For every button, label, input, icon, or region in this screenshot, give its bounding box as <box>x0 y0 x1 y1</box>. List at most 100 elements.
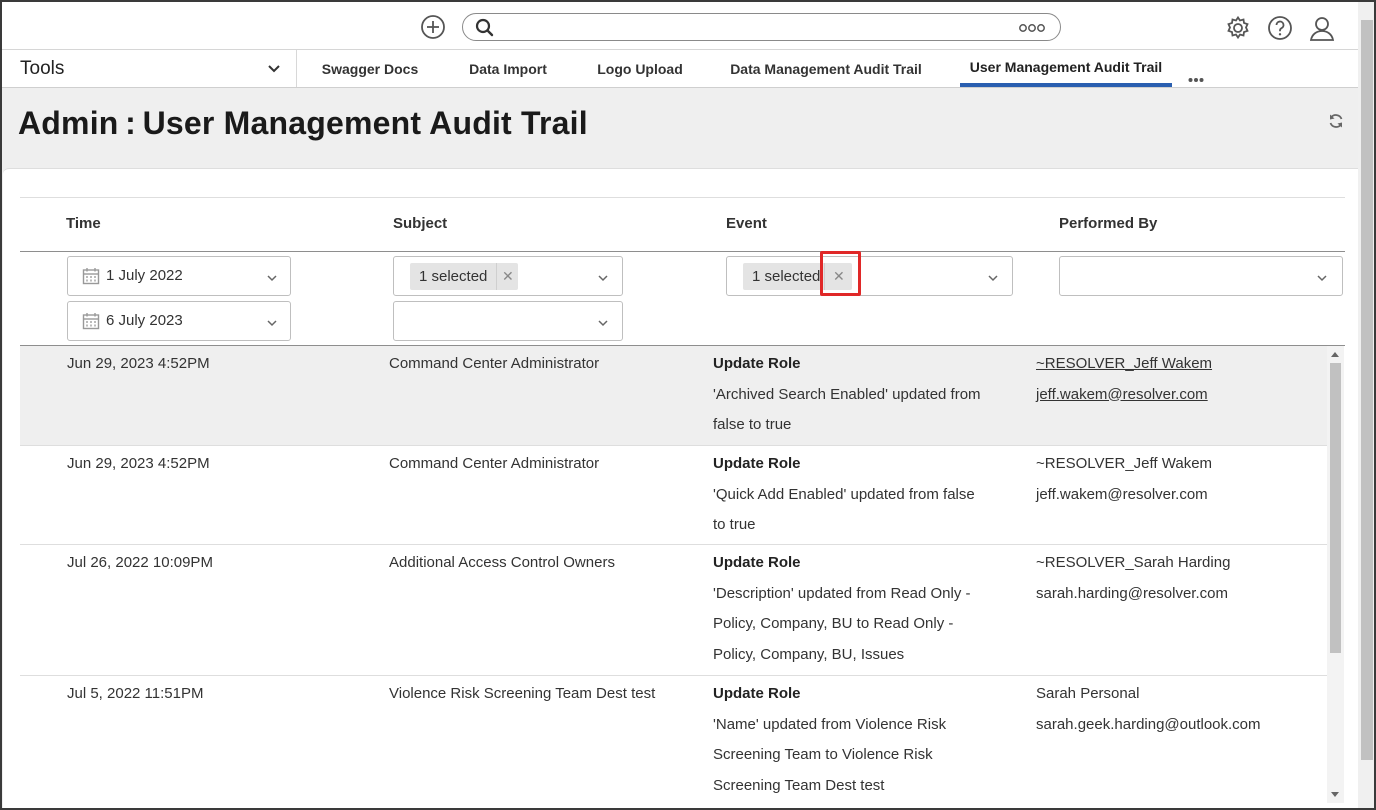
event-detail: to true <box>713 516 756 533</box>
subject-secondary-select[interactable] <box>393 301 623 341</box>
more-tabs-icon[interactable] <box>1188 70 1204 82</box>
user-name: ~RESOLVER_Jeff Wakem <box>1036 455 1213 472</box>
time-from-picker[interactable]: 1 July 2022 <box>67 256 291 296</box>
page-title: Admin : User Management Audit Trail <box>18 105 588 141</box>
row-performed-by: ~RESOLVER_Jeff Wakem jeff.wakem@resolver… <box>1036 349 1212 410</box>
tab-logo-upload[interactable]: Logo Upload <box>584 50 696 87</box>
event-detail: 'Archived Search Enabled' updated from <box>713 385 981 403</box>
event-filter-select[interactable]: 1 selected ✕ <box>726 256 1013 296</box>
table-row[interactable]: Jun 29, 2023 4:52PM Command Center Admin… <box>20 346 1327 446</box>
chevron-down-icon <box>266 61 282 77</box>
time-to-picker[interactable]: 6 July 2023 <box>67 301 291 341</box>
row-time: Jul 26, 2022 10:09PM <box>67 554 213 571</box>
event-detail: Policy, Company, BU to Read Only - <box>713 615 954 632</box>
table-scrollbar[interactable] <box>1327 346 1344 803</box>
chevron-down-icon <box>597 316 609 328</box>
event-detail: 'Description' updated from Read Only - <box>713 584 971 602</box>
chevron-down-icon <box>597 271 609 283</box>
row-performed-by: ~RESOLVER_Sarah Harding sarah.harding@re… <box>1036 548 1230 609</box>
row-performed-by: ~RESOLVER_Jeff Wakem jeff.wakem@resolver… <box>1036 449 1212 510</box>
event-detail: 'Name' updated from Violence Risk <box>713 715 947 733</box>
table-row[interactable]: Jul 5, 2022 11:51PM Violence Risk Screen… <box>20 676 1327 808</box>
user-email: sarah.geek.harding@outlook.com <box>1036 715 1261 733</box>
page-header: Admin : User Management Audit Trail <box>2 88 1358 168</box>
calendar-icon <box>82 267 100 285</box>
gear-icon[interactable] <box>1224 14 1252 42</box>
search-input[interactable] <box>503 17 1023 37</box>
close-icon[interactable]: ✕ <box>496 263 518 290</box>
event-detail: Screening Team to Violence Risk <box>713 746 933 763</box>
row-subject: Command Center Administrator <box>389 355 600 372</box>
app-window: Tools Swagger Docs Data Import Logo Uplo… <box>0 0 1376 810</box>
time-to-value: 6 July 2023 <box>106 312 183 329</box>
event-detail: Screening Team Dest test <box>713 776 885 794</box>
row-time: Jun 29, 2023 4:52PM <box>67 355 210 372</box>
row-event: Update Role 'Quick Add Enabled' updated … <box>713 449 1003 541</box>
event-title: Update Role <box>713 455 801 472</box>
chip-label: 1 selected <box>419 268 488 285</box>
help-icon[interactable] <box>1266 14 1294 42</box>
event-detail: Policy, Company, BU, Issues <box>713 645 905 663</box>
user-email: sarah.harding@resolver.com <box>1036 584 1228 602</box>
chevron-down-icon <box>1316 271 1328 283</box>
user-name: ~RESOLVER_Sarah Harding <box>1036 554 1231 571</box>
add-icon[interactable] <box>420 14 446 40</box>
row-time: Jun 29, 2023 4:52PM <box>67 455 210 472</box>
event-detail: false to true <box>713 416 792 433</box>
tab-data-import[interactable]: Data Import <box>456 50 560 87</box>
subject-filter-chip: 1 selected ✕ <box>410 263 519 290</box>
calendar-icon <box>82 312 100 330</box>
tools-label: Tools <box>20 58 65 79</box>
user-name: Sarah Personal <box>1036 685 1140 702</box>
divider <box>20 251 1345 252</box>
row-event: Update Role 'Archived Search Enabled' up… <box>713 349 1003 441</box>
chip-label: 1 selected <box>752 268 821 285</box>
row-performed-by: Sarah Personal sarah.geek.harding@outloo… <box>1036 679 1261 740</box>
page-scrollbar[interactable] <box>1358 2 1374 808</box>
scroll-thumb[interactable] <box>1361 20 1373 760</box>
column-header-subject[interactable]: Subject <box>393 215 447 232</box>
row-subject: Additional Access Control Owners <box>389 554 615 571</box>
user-icon[interactable] <box>1307 13 1337 43</box>
scroll-thumb[interactable] <box>1330 363 1341 653</box>
table-row[interactable]: Jul 26, 2022 10:09PM Additional Access C… <box>20 545 1327 676</box>
row-event: Update Role 'Description' updated from R… <box>713 548 1003 670</box>
tab-data-management-audit-trail[interactable]: Data Management Audit Trail <box>720 50 932 87</box>
highlight-box <box>820 251 861 296</box>
top-bar <box>2 2 1358 50</box>
tools-dropdown[interactable]: Tools <box>2 50 297 87</box>
column-header-event[interactable]: Event <box>726 215 767 232</box>
event-detail: 'Quick Add Enabled' updated from false <box>713 485 975 503</box>
chevron-down-icon <box>987 271 999 283</box>
search-icon <box>475 18 495 38</box>
audit-trail-panel: Time Subject Event Performed By 1 July 2… <box>2 168 1358 808</box>
scroll-down-icon[interactable] <box>1331 792 1339 797</box>
event-title: Update Role <box>713 355 801 372</box>
row-time: Jul 5, 2022 11:51PM <box>67 685 204 702</box>
column-header-time[interactable]: Time <box>66 215 101 232</box>
user-link[interactable]: ~RESOLVER_Jeff Wakem <box>1036 355 1212 372</box>
event-title: Update Role <box>713 554 801 571</box>
search-bar[interactable] <box>462 13 1061 41</box>
row-subject: Violence Risk Screening Team Dest test <box>389 685 656 702</box>
event-title: Update Role <box>713 685 801 702</box>
chevron-down-icon <box>266 271 278 283</box>
subject-filter-select[interactable]: 1 selected ✕ <box>393 256 623 296</box>
chevron-down-icon <box>266 316 278 328</box>
divider <box>20 197 1345 198</box>
nav-bar: Tools Swagger Docs Data Import Logo Uplo… <box>2 50 1358 88</box>
time-from-value: 1 July 2022 <box>106 267 183 284</box>
tab-swagger-docs[interactable]: Swagger Docs <box>307 50 433 87</box>
audit-table: Time Subject Event Performed By 1 July 2… <box>3 168 1358 808</box>
more-icon[interactable] <box>1018 21 1046 33</box>
refresh-icon[interactable] <box>1327 112 1345 130</box>
email-link[interactable]: jeff.wakem@resolver.com <box>1036 386 1208 403</box>
row-event: Update Role 'Name' updated from Violence… <box>713 679 1003 801</box>
tab-user-management-audit-trail[interactable]: User Management Audit Trail <box>960 50 1172 87</box>
table-row[interactable]: Jun 29, 2023 4:52PM Command Center Admin… <box>20 446 1327 545</box>
column-header-performed-by[interactable]: Performed By <box>1059 215 1157 232</box>
performed-by-filter-select[interactable] <box>1059 256 1343 296</box>
user-email: jeff.wakem@resolver.com <box>1036 485 1208 503</box>
scroll-up-icon[interactable] <box>1331 352 1339 357</box>
row-subject: Command Center Administrator <box>389 455 600 472</box>
